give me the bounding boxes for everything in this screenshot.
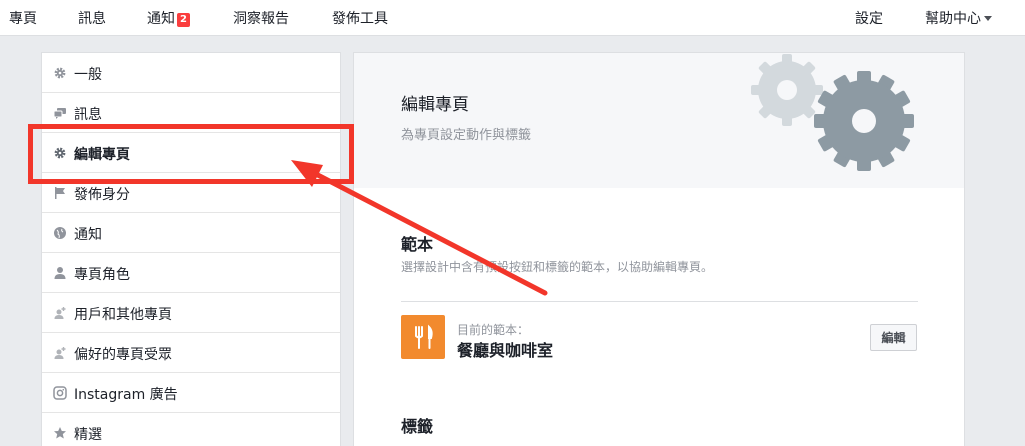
restaurant-template-icon [401,315,445,359]
sidebar-item-label: 用戶和其他專頁 [74,307,172,323]
nav-help-center-dropdown[interactable]: 幫助中心 [925,8,992,28]
edit-page-panel: 編輯專頁 為專頁設定動作與標籤 範本 選擇設計中含有預設按鈕和標籤的範本，以協助… [353,52,965,446]
sidebar-item-preferred-audience[interactable]: 偏好的專頁受眾 [42,333,340,373]
sidebar-item-label: 訊息 [74,107,102,123]
sidebar-item-general[interactable]: 一般 [42,53,340,93]
globe-icon [54,227,66,239]
star-icon [54,427,66,439]
templates-section-title: 範本 [401,235,434,254]
divider [401,301,918,302]
sidebar-item-label: 偏好的專頁受眾 [74,347,172,363]
sidebar-item-featured[interactable]: 精選 [42,413,340,446]
instagram-icon [53,386,67,400]
sidebar-item-page-roles[interactable]: 專頁角色 [42,253,340,293]
nav-tab-insights[interactable]: 洞察報告 [233,8,289,28]
page-title: 編輯專頁 [401,95,469,115]
sidebar-item-label: 精選 [74,427,102,443]
nav-tab-notifications-label: 通知 [147,11,175,27]
edit-template-button[interactable]: 編輯 [870,324,917,351]
page-subtitle: 為專頁設定動作與標籤 [401,128,532,143]
help-center-label: 幫助中心 [925,11,981,27]
sidebar-item-label: 專頁角色 [74,267,130,283]
gears-illustration-icon [751,54,914,171]
panel-header: 編輯專頁 為專頁設定動作與標籤 [354,53,964,188]
flag-icon [55,187,65,199]
nav-tab-notifications[interactable]: 通知 2 [147,8,190,28]
sidebar-item-label: 一般 [74,67,102,83]
tabs-section-title: 標籤 [401,417,434,436]
person-plus-icon [54,347,66,359]
nav-tab-publishing-tools[interactable]: 發佈工具 [332,8,388,28]
nav-tab-messages[interactable]: 訊息 [78,8,106,28]
gear-icon [54,67,66,79]
annotation-highlight-box [28,124,354,184]
nav-settings-link[interactable]: 設定 [855,8,883,28]
sidebar-item-label: 發佈身分 [74,187,130,203]
sidebar-item-label: Instagram 廣告 [74,387,178,403]
fork-knife-icon [415,324,433,349]
current-template-caption: 目前的範本： [457,323,530,337]
sidebar-item-people-and-other-pages[interactable]: 用戶和其他專頁 [42,293,340,333]
person-icon [54,267,66,279]
person-plus-icon [54,307,66,319]
sidebar-item-instagram-ads[interactable]: Instagram 廣告 [42,373,340,413]
chevron-down-icon [984,16,992,21]
nav-tab-page[interactable]: 專頁 [9,8,37,28]
top-navigation-bar: 專頁 訊息 通知 2 洞察報告 發佈工具 設定 幫助中心 [0,0,1025,36]
templates-section-description: 選擇設計中含有預設按鈕和標籤的範本，以協助編輯專頁。 [401,260,714,274]
sidebar-item-notifications[interactable]: 通知 [42,213,340,253]
chat-bubbles-icon [53,108,66,119]
sidebar-item-label: 通知 [74,227,102,243]
current-template-name: 餐廳與咖啡室 [457,341,554,360]
settings-sidebar: 一般 訊息 編輯專頁 發佈身分 通知 專頁角色 用戶和其他專頁 偏好的專頁受眾 … [41,52,341,446]
notification-count-badge: 2 [177,13,190,27]
